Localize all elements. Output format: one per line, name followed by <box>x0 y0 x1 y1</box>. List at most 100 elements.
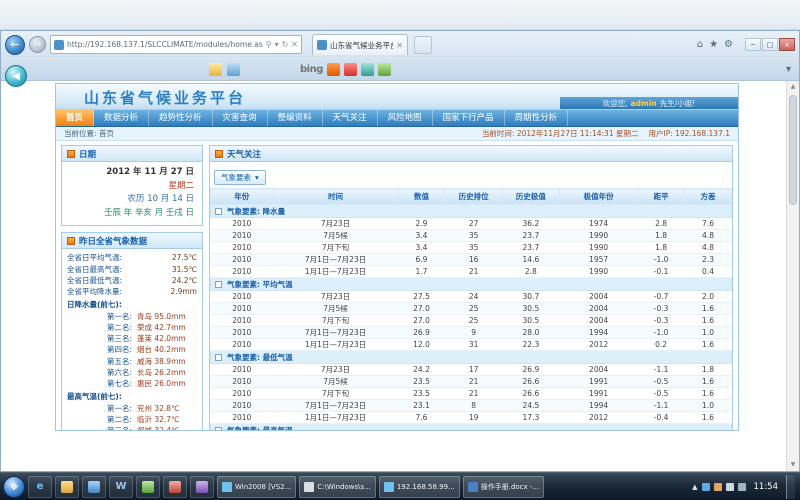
leaf-icon[interactable] <box>378 63 391 76</box>
section-title[interactable]: 气象要素: 平均气温 <box>211 278 732 291</box>
nav-item-4[interactable]: 整编资料 <box>268 110 323 126</box>
scroll-up-icon[interactable]: ▲ <box>787 81 799 93</box>
taskbar-window-button[interactable]: C:\Windows\s... <box>299 476 376 498</box>
taskbar-app5-icon[interactable] <box>136 476 160 498</box>
bing-app-icon[interactable] <box>327 63 340 76</box>
rank-item: 第一名:青岛 95.0mm <box>67 311 197 322</box>
mail-icon[interactable] <box>209 63 222 76</box>
floating-back-button[interactable]: ◀ <box>5 65 27 87</box>
table-cell: 1.0 <box>685 400 732 412</box>
section-row[interactable]: 气象要素: 最高气温 <box>211 424 732 431</box>
forward-button[interactable]: → <box>29 36 46 53</box>
table-cell: 7月5候 <box>273 230 398 242</box>
nav-item-0[interactable]: 首页 <box>56 110 94 126</box>
tab-close-icon[interactable]: ✕ <box>396 41 403 50</box>
expand-icon[interactable] <box>215 427 222 431</box>
address-bar[interactable]: http://192.168.137.1/SLCCLIMATE/modules/… <box>50 35 302 54</box>
table-cell: 12.0 <box>398 339 445 351</box>
scroll-down-icon[interactable]: ▼ <box>787 459 799 471</box>
section-row[interactable]: 气象要素: 平均气温 <box>211 278 732 291</box>
section-title[interactable]: 气象要素: 降水量 <box>211 205 732 218</box>
dropdown-icon[interactable]: ▾ <box>275 40 279 49</box>
element-filter-button[interactable]: 气象要素 ▾ <box>214 170 266 185</box>
table-cell: 14.6 <box>502 254 559 266</box>
nav-item-6[interactable]: 风险地图 <box>378 110 433 126</box>
taskbar-window-button[interactable]: 192.168.58.99... <box>379 476 460 498</box>
bing-logo[interactable]: bing <box>300 64 323 75</box>
sidebar: 日期 2012 年 11 月 27 日 星期二 农历 10 月 14 日 壬辰 … <box>56 141 206 430</box>
table-row: 20107月23日24.21726.92004-1.11.8 <box>211 364 732 376</box>
browser-tools: ⌂ ★ ⚙ ─ □ × <box>697 38 795 51</box>
tray-app1-icon[interactable] <box>702 483 710 491</box>
new-tab-button[interactable] <box>414 36 432 54</box>
table-cell: -0.4 <box>638 412 685 424</box>
nav-item-5[interactable]: 天气关注 <box>323 110 378 126</box>
start-button[interactable]: ❖ <box>3 476 25 498</box>
browser-chrome: ← → http://192.168.137.1/SLCCLIMATE/modu… <box>1 31 799 81</box>
weather-focus-panel: 天气关注 气象要素 ▾ <box>209 145 733 430</box>
section-title[interactable]: 气象要素: 最高气温 <box>211 424 732 431</box>
nav-item-8[interactable]: 周期性分析 <box>505 110 569 126</box>
taskbar-app6-icon[interactable] <box>163 476 187 498</box>
table-cell: 1994 <box>560 400 638 412</box>
table-cell: 26.6 <box>502 376 559 388</box>
window-button-label: Win2008 [VS2... <box>235 483 291 491</box>
expand-icon[interactable] <box>215 354 222 361</box>
bing-toolbar: bing <box>300 63 391 76</box>
gear-icon[interactable]: ⚙ <box>724 39 733 50</box>
taskbar-explorer-icon[interactable] <box>55 476 79 498</box>
scrollbar-thumb[interactable] <box>789 95 797 205</box>
table-cell: 7.6 <box>685 218 732 230</box>
table-cell: 2004 <box>560 303 638 315</box>
vertical-scrollbar[interactable]: ▲ ▼ <box>786 81 799 471</box>
minimize-button[interactable]: ─ <box>745 38 761 51</box>
table-row: 20101月1日—7月23日7.61917.32012-0.41.6 <box>211 412 732 424</box>
network-icon[interactable] <box>726 483 734 491</box>
nav-item-1[interactable]: 数据分析 <box>94 110 149 126</box>
refresh-icon[interactable]: ↻ <box>282 40 289 49</box>
table-cell: 7月5候 <box>273 376 398 388</box>
back-button[interactable]: ← <box>5 35 25 55</box>
taskbar-app7-icon[interactable] <box>190 476 214 498</box>
tray-app2-icon[interactable] <box>714 483 722 491</box>
taskbar-window-button[interactable]: 操作手册.docx -... <box>463 476 544 498</box>
table-cell: 7月23日 <box>273 364 398 376</box>
expand-icon[interactable] <box>215 281 222 288</box>
rank-label: 第三名: <box>107 425 132 430</box>
section-row[interactable]: 气象要素: 最低气温 <box>211 351 732 364</box>
url-text[interactable]: http://192.168.137.1/SLCCLIMATE/modules/… <box>67 40 263 49</box>
table-cell: -1.1 <box>638 364 685 376</box>
table-cell: -1.0 <box>638 254 685 266</box>
nav-item-7[interactable]: 国家下行产品 <box>433 110 505 126</box>
table-cell: 2.8 <box>502 266 559 278</box>
taskbar-media-icon[interactable] <box>82 476 106 498</box>
taskbar-word-icon[interactable]: W <box>109 476 133 498</box>
home-icon[interactable]: ⌂ <box>697 39 703 50</box>
nav-item-2[interactable]: 趋势性分析 <box>149 110 213 126</box>
show-desktop-button[interactable] <box>786 475 795 499</box>
taskbar-ie-icon[interactable]: e <box>28 476 52 498</box>
section-row[interactable]: 气象要素: 降水量 <box>211 205 732 218</box>
expand-icon[interactable] <box>215 208 222 215</box>
browser-tab[interactable]: 山东省气候业务平台 ✕ <box>312 34 408 55</box>
table-cell: 1990 <box>560 230 638 242</box>
close-button[interactable]: × <box>779 38 795 51</box>
tray-expand-icon[interactable]: ▲ <box>692 483 697 491</box>
search-icon[interactable]: ⚲ <box>266 40 272 49</box>
table-row: 20107月1日—7月23日23.1824.51994-1.11.0 <box>211 400 732 412</box>
message-icon[interactable] <box>227 63 240 76</box>
summary-value: 31.5℃ <box>172 264 197 275</box>
toolbar-more-icon[interactable]: ▾ <box>786 64 791 75</box>
paw-icon[interactable] <box>361 63 374 76</box>
taskbar-window-button[interactable]: Win2008 [VS2... <box>217 476 296 498</box>
maximize-button[interactable]: □ <box>762 38 778 51</box>
section-title[interactable]: 气象要素: 最低气温 <box>211 351 732 364</box>
table-cell: 1月1日—7月23日 <box>273 339 398 351</box>
taskbar-clock[interactable]: 11:54 <box>750 482 783 492</box>
volume-icon[interactable] <box>738 483 746 491</box>
filter-row: 气象要素 ▾ <box>210 162 732 188</box>
stop-icon[interactable]: ✕ <box>291 40 298 49</box>
nav-item-3[interactable]: 灾害查询 <box>213 110 268 126</box>
camera-icon[interactable] <box>344 63 357 76</box>
favorites-star-icon[interactable]: ★ <box>709 39 718 50</box>
